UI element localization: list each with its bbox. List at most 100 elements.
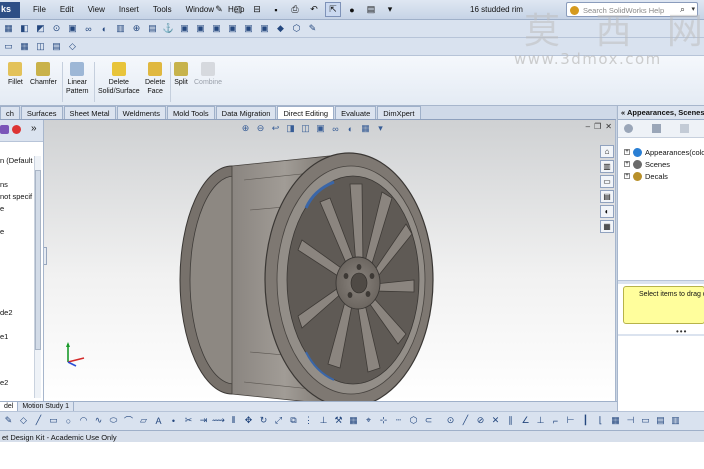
- tab-sketch[interactable]: ch: [0, 106, 20, 119]
- delete-face-button[interactable]: Delete Face: [145, 62, 165, 96]
- print-icon[interactable]: ⎙: [287, 2, 303, 17]
- app-logo[interactable]: ks: [0, 2, 20, 18]
- rim-3d-model[interactable]: [44, 120, 616, 401]
- edit-icon[interactable]: ✎: [306, 22, 319, 35]
- ellipse-icon[interactable]: ⬭: [107, 414, 120, 427]
- relations-icon[interactable]: ⊥: [317, 414, 330, 427]
- trim-icon[interactable]: ✂: [182, 414, 195, 427]
- plane-icon[interactable]: ▱: [137, 414, 150, 427]
- tile-icon[interactable]: ▤: [50, 40, 63, 53]
- custom-properties-icon[interactable]: ▦: [600, 220, 614, 233]
- right-view-icon[interactable]: ▣: [226, 22, 239, 35]
- bracket-icon[interactable]: ⌊: [594, 414, 607, 427]
- window-icon-2[interactable]: ▭: [639, 414, 652, 427]
- tab-mold-tools[interactable]: Mold Tools: [166, 106, 215, 119]
- display-icon[interactable]: ◧: [18, 22, 31, 35]
- tree-item-scenes[interactable]: + Scenes: [624, 158, 704, 170]
- line-icon[interactable]: ╱: [32, 414, 45, 427]
- cube-icon[interactable]: ▣: [66, 22, 79, 35]
- copy-icon[interactable]: ⧉: [287, 414, 300, 427]
- split-button[interactable]: Split: [174, 62, 188, 87]
- table-icon[interactable]: ▦: [609, 414, 622, 427]
- top-view-icon[interactable]: ▣: [242, 22, 255, 35]
- chamfer-button[interactable]: Chamfer: [30, 62, 57, 87]
- expand-icon[interactable]: +: [624, 161, 630, 167]
- menu-tools[interactable]: Tools: [146, 5, 179, 14]
- graphics-area[interactable]: ⊕ ⊖ ↩ ◨ ◫ ▣ ∞ ◐ ▦ ▾ – ❐ ✕: [44, 120, 616, 401]
- perpendicular-icon[interactable]: ⊥: [534, 414, 547, 427]
- refresh-icon[interactable]: [680, 124, 689, 133]
- scrollbar-thumb[interactable]: [35, 170, 41, 350]
- axis-icon[interactable]: ⊣: [624, 414, 637, 427]
- view-palette-icon[interactable]: ▤: [600, 190, 614, 203]
- zoom-icon[interactable]: ⊕: [130, 22, 143, 35]
- folder-icon[interactable]: [652, 124, 661, 133]
- iso-view-icon[interactable]: ◆: [274, 22, 287, 35]
- point-icon[interactable]: •: [167, 414, 180, 427]
- tab-data-migration[interactable]: Data Migration: [215, 106, 277, 119]
- camera-icon[interactable]: ⊙: [50, 22, 63, 35]
- dimension-icon[interactable]: ⊢: [564, 414, 577, 427]
- tree-item-annotations[interactable]: ns: [0, 180, 8, 189]
- appearance-icon[interactable]: ◐: [98, 22, 111, 35]
- slot-icon[interactable]: ⊂: [422, 414, 435, 427]
- delete-solid-button[interactable]: Delete Solid/Surface: [98, 62, 140, 96]
- back-view-icon[interactable]: ▣: [194, 22, 207, 35]
- search-input[interactable]: Search SolidWorks Help ⌕ ▾: [566, 2, 698, 17]
- grid-icon-2[interactable]: ▦: [347, 414, 360, 427]
- tree-item-material[interactable]: not specif: [0, 192, 32, 201]
- scene-icon[interactable]: ▥: [114, 22, 127, 35]
- appearance-tab-icon[interactable]: [12, 125, 21, 134]
- left-view-icon[interactable]: ▣: [210, 22, 223, 35]
- file-explorer-icon[interactable]: ▭: [600, 175, 614, 188]
- tree-item-appearances[interactable]: + Appearances(color): [624, 146, 704, 158]
- front-view-icon[interactable]: ▣: [178, 22, 191, 35]
- expand-icon[interactable]: +: [624, 173, 630, 179]
- tree-item-feature-c[interactable]: e2: [0, 378, 8, 387]
- mirror-icon[interactable]: ⫴: [227, 414, 240, 427]
- move-icon[interactable]: ✥: [242, 414, 255, 427]
- save-icon[interactable]: ▪: [268, 2, 284, 17]
- new-document-icon[interactable]: ▢: [230, 2, 246, 17]
- quick-snap-icon[interactable]: ⊹: [377, 414, 390, 427]
- menu-file[interactable]: File: [26, 5, 53, 14]
- cross-icon[interactable]: ✕: [489, 414, 502, 427]
- tab-evaluate[interactable]: Evaluate: [335, 106, 377, 119]
- circle-icon[interactable]: ○: [62, 414, 75, 427]
- tree-item-top-plane[interactable]: e: [0, 227, 4, 236]
- vertical-icon[interactable]: ┃: [579, 414, 592, 427]
- chevron-down-icon[interactable]: ▾: [691, 5, 695, 13]
- back-icon[interactable]: [624, 124, 633, 133]
- menu-insert[interactable]: Insert: [112, 5, 146, 14]
- file-properties-icon[interactable]: ▤: [363, 2, 379, 17]
- glasses-icon[interactable]: ∞: [82, 22, 95, 35]
- tree-item-front-plane[interactable]: e: [0, 204, 4, 213]
- sketch-icon[interactable]: ✎: [2, 414, 15, 427]
- open-icon[interactable]: ⊟: [249, 2, 265, 17]
- arc-icon[interactable]: ◠: [77, 414, 90, 427]
- corner-icon[interactable]: ⌐: [549, 414, 562, 427]
- anchor-icon[interactable]: ⚓: [162, 22, 175, 35]
- rectangle-icon[interactable]: ▭: [47, 414, 60, 427]
- table-icon-2[interactable]: ▥: [669, 414, 682, 427]
- layer-icon[interactable]: ▭: [2, 40, 15, 53]
- parallel-icon[interactable]: ∥: [504, 414, 517, 427]
- grid-icon[interactable]: ▦: [18, 40, 31, 53]
- pane-splitter[interactable]: [618, 280, 704, 284]
- appearances-tab-icon[interactable]: ◐: [600, 205, 614, 218]
- search-icon[interactable]: ⌕: [680, 4, 685, 15]
- select-icon[interactable]: ⇱: [325, 2, 341, 17]
- menu-view[interactable]: View: [81, 5, 112, 14]
- centerline-icon[interactable]: ┄: [392, 414, 405, 427]
- tangent-icon[interactable]: ⊘: [474, 414, 487, 427]
- offset-icon[interactable]: ⟿: [212, 414, 225, 427]
- tab-surfaces[interactable]: Surfaces: [20, 106, 63, 119]
- tree-item-decals[interactable]: + Decals: [624, 170, 704, 182]
- rebuild-icon[interactable]: ●: [344, 2, 360, 17]
- design-library-icon[interactable]: ▥: [600, 160, 614, 173]
- tree-item-feature-b[interactable]: e1: [0, 332, 8, 341]
- expand-icon[interactable]: »: [31, 123, 37, 134]
- tab-direct-editing[interactable]: Direct Editing: [277, 106, 335, 119]
- repair-icon[interactable]: ⚒: [332, 414, 345, 427]
- pattern-icon[interactable]: ⋮: [302, 414, 315, 427]
